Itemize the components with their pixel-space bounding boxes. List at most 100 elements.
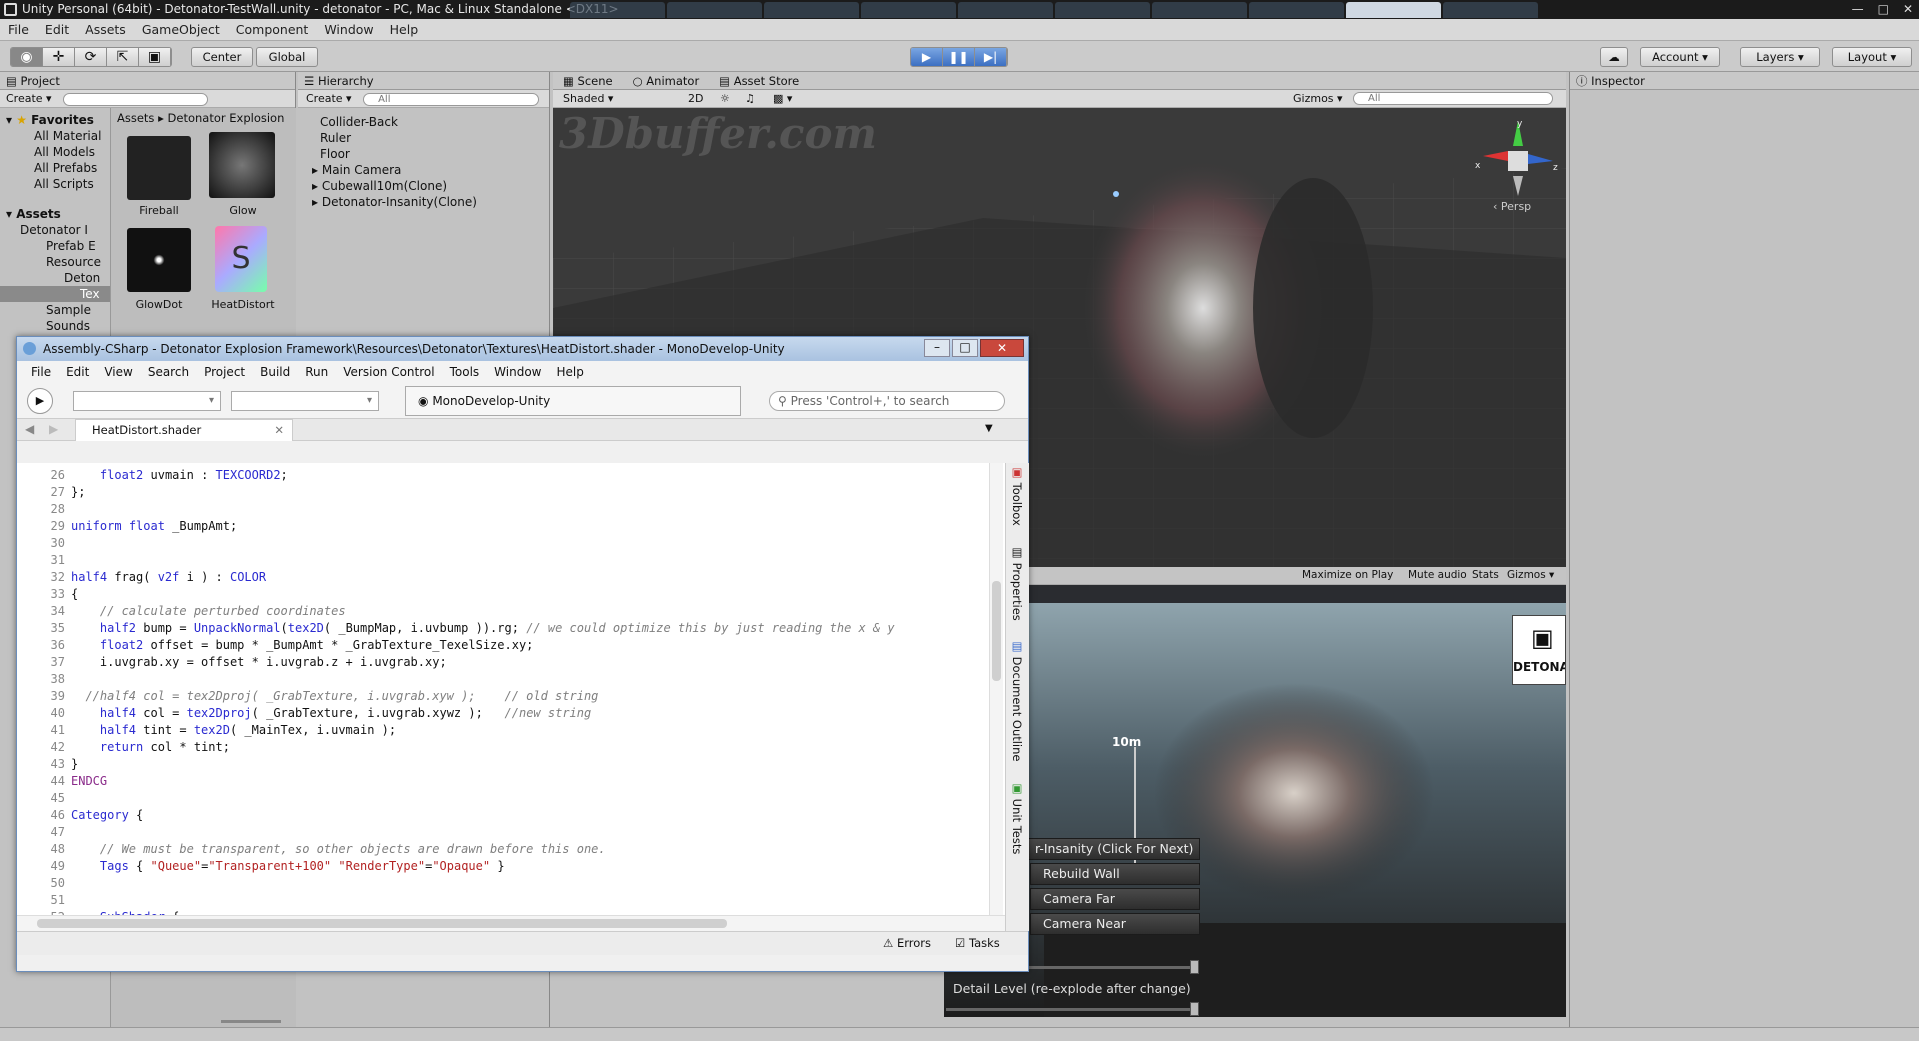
hierarchy-item[interactable]: ▸ Cubewall10m(Clone) (312, 178, 549, 194)
scene-orientation-gizmo[interactable]: y x z (1473, 116, 1563, 206)
code-line[interactable]: 43} (17, 756, 1005, 773)
pivot-center-button[interactable]: Center (191, 47, 253, 67)
mono-menu-view[interactable]: View (104, 365, 132, 379)
code-line[interactable]: 51 (17, 892, 1005, 909)
code-line[interactable]: 41 half4 tint = tex2D( _MainTex, i.uvmai… (17, 722, 1005, 739)
tab-animator[interactable]: ○ Animator (633, 72, 700, 89)
game-gizmos-dropdown[interactable]: Gizmos ▾ (1507, 567, 1554, 584)
maximize-icon[interactable]: □ (952, 339, 978, 357)
play-icon[interactable]: ▶ (911, 48, 943, 66)
taskbar-tab[interactable] (1152, 2, 1247, 18)
code-line[interactable]: 36 float2 offset = bump * _BumpAmt * _Gr… (17, 637, 1005, 654)
favorite-item[interactable]: All Scripts (6, 176, 110, 192)
code-line[interactable]: 46 Category { (17, 807, 1005, 824)
effects-icon[interactable]: ▩ ▾ (773, 90, 792, 107)
menu-assets[interactable]: Assets (85, 22, 126, 37)
code-line[interactable]: 44 ENDCG (17, 773, 1005, 790)
code-line[interactable]: 38 (17, 671, 1005, 688)
minimize-icon[interactable]: – (924, 339, 950, 357)
slider-thumb[interactable] (1190, 960, 1199, 974)
rect-tool-icon[interactable]: ▣ (139, 48, 171, 66)
scene-search-input[interactable]: All (1353, 92, 1553, 105)
hierarchy-item[interactable]: Ruler (312, 130, 549, 146)
menu-file[interactable]: File (8, 22, 29, 37)
code-line[interactable]: 40 half4 col = tex2Dproj( _GrabTexture, … (17, 705, 1005, 722)
detail-slider-thumb[interactable] (1190, 1002, 1199, 1016)
breadcrumb-folder[interactable]: Detonator Explosion (168, 111, 285, 125)
mono-search-input[interactable]: ⚲ Press 'Control+,' to search (769, 391, 1005, 411)
mono-menu-run[interactable]: Run (305, 365, 328, 379)
mono-menu-tools[interactable]: Tools (450, 365, 480, 379)
favorite-item[interactable]: All Material (6, 128, 110, 144)
unit-tests-pad[interactable]: ▣ Unit Tests (1010, 781, 1024, 854)
tab-back-icon[interactable]: ◀ (25, 422, 34, 436)
toolbox-pad[interactable]: ▣ Toolbox (1010, 465, 1024, 526)
properties-pad[interactable]: ▤ Properties (1010, 545, 1024, 621)
tree-item[interactable]: Sample (6, 302, 110, 318)
tasks-pad-button[interactable]: ☑ Tasks (955, 936, 1000, 950)
tab-close-icon[interactable]: ✕ (274, 420, 284, 440)
hscrollbar-thumb[interactable] (37, 919, 727, 928)
inspector-tab[interactable]: ⓘ Inspector (1570, 72, 1919, 90)
maximize-icon[interactable]: □ (1878, 0, 1889, 19)
rotate-tool-icon[interactable]: ⟳ (75, 48, 107, 66)
taskbar-tab[interactable] (861, 2, 956, 18)
persp-label[interactable]: ‹ Persp (1493, 200, 1531, 213)
taskbar-tab[interactable] (1249, 2, 1344, 18)
thumbnail-size-slider[interactable] (221, 1020, 281, 1023)
code-line[interactable]: 35 half2 bump = UnpackNormal(tex2D( _Bum… (17, 620, 1005, 637)
tree-item[interactable]: Resource (6, 254, 110, 270)
taskbar-tab[interactable] (1443, 2, 1538, 18)
game-viewport[interactable] (944, 603, 1566, 1017)
tree-item[interactable]: Prefab E (6, 238, 110, 254)
code-line[interactable]: 33 { (17, 586, 1005, 603)
taskbar-tab[interactable] (958, 2, 1053, 18)
rebuild-wall-button[interactable]: Rebuild Wall (1030, 863, 1200, 885)
mute-audio-toggle[interactable]: Mute audio (1408, 567, 1467, 584)
camera-near-button[interactable]: Camera Near (1030, 913, 1200, 935)
code-line[interactable]: 48 // We must be transparent, so other o… (17, 841, 1005, 858)
minimize-icon[interactable]: — (1852, 0, 1864, 19)
hand-tool-icon[interactable]: ◉ (11, 48, 43, 66)
menu-edit[interactable]: Edit (45, 22, 69, 37)
shading-mode-dropdown[interactable]: Shaded ▾ (563, 92, 613, 105)
maximize-on-play-toggle[interactable]: Maximize on Play (1302, 567, 1393, 584)
mono-menu-file[interactable]: File (31, 365, 51, 379)
document-tab[interactable]: HeatDistort.shader ✕ (75, 419, 293, 441)
layers-dropdown[interactable]: Layers ▾ (1740, 47, 1820, 67)
project-search-input[interactable] (63, 92, 209, 106)
vertical-scrollbar[interactable] (989, 463, 1003, 915)
pivot-global-button[interactable]: Global (256, 47, 318, 67)
platform-dropdown[interactable]: ▾ (231, 391, 379, 411)
tree-item[interactable]: Deton (6, 270, 110, 286)
code-line[interactable]: 47 (17, 824, 1005, 841)
run-icon[interactable]: ▶ (27, 388, 53, 414)
code-line[interactable]: 39 //half4 col = tex2Dproj( _GrabTexture… (17, 688, 1005, 705)
mono-menu-version-control[interactable]: Version Control (343, 365, 434, 379)
project-tab[interactable]: ▤ Project (0, 72, 295, 90)
mono-menu-window[interactable]: Window (494, 365, 541, 379)
hierarchy-create-button[interactable]: Create (306, 92, 343, 105)
config-dropdown[interactable]: ▾ (73, 391, 221, 411)
code-line[interactable]: 30 (17, 535, 1005, 552)
step-icon[interactable]: ▶| (975, 48, 1007, 66)
gizmos-dropdown[interactable]: Gizmos ▾ (1293, 90, 1343, 107)
code-line[interactable]: 42 return col * tint; (17, 739, 1005, 756)
close-icon[interactable]: ✕ (980, 339, 1024, 357)
detail-slider-track[interactable] (946, 1008, 1196, 1011)
hierarchy-item[interactable]: ▸ Main Camera (312, 162, 549, 178)
code-editor[interactable]: 26 float2 uvmain : TEXCOORD2; 27}; 28 29 uni… (17, 463, 1005, 915)
document-outline-pad[interactable]: ▤ Document Outline (1010, 639, 1024, 762)
layout-dropdown[interactable]: Layout ▾ (1832, 47, 1912, 67)
tab-forward-icon[interactable]: ▶ (49, 422, 58, 436)
mono-menu-search[interactable]: Search (148, 365, 189, 379)
assets-root-label[interactable]: ▾ Assets (6, 206, 110, 222)
taskbar-tab[interactable] (1055, 2, 1150, 18)
taskbar-tab[interactable] (764, 2, 859, 18)
code-line[interactable]: 31 (17, 552, 1005, 569)
fireball-thumbnail[interactable] (127, 136, 191, 200)
mode-2d-button[interactable]: 2D (688, 90, 703, 107)
audio-icon[interactable]: ♫ (745, 90, 755, 107)
code-line[interactable]: 37 i.uvgrab.xy = offset * i.uvgrab.z + i… (17, 654, 1005, 671)
camera-far-button[interactable]: Camera Far (1030, 888, 1200, 910)
